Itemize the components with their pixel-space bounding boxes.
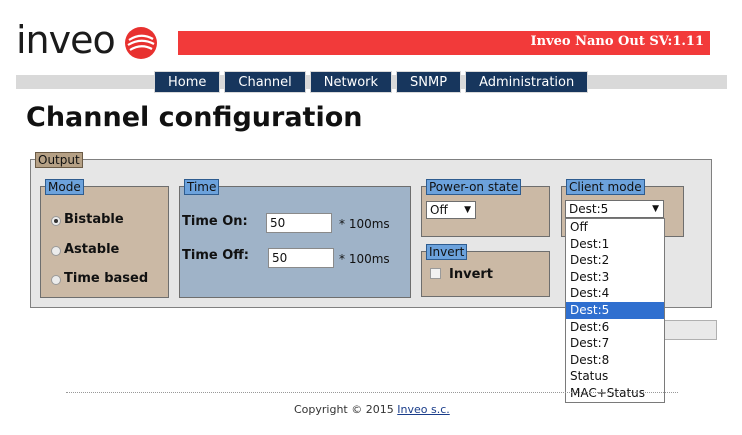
inveo-link[interactable]: Inveo s.c. <box>397 403 450 416</box>
time-on-input[interactable]: 50 <box>266 213 332 233</box>
invert-legend: Invert <box>426 244 468 260</box>
dropdown-option[interactable]: Off <box>566 219 664 236</box>
dropdown-option[interactable]: Dest:6 <box>566 319 664 336</box>
save-button[interactable] <box>664 320 717 340</box>
power-on-select[interactable]: Off ▼ <box>426 201 476 219</box>
device-title: Inveo Nano Out SV:1.11 <box>530 34 704 49</box>
dropdown-option[interactable]: Dest:3 <box>566 269 664 286</box>
dropdown-option[interactable]: Dest:7 <box>566 335 664 352</box>
tab-network[interactable]: Network <box>309 71 393 93</box>
time-legend: Time <box>184 179 220 195</box>
label-bistable: Bistable <box>64 212 124 227</box>
tab-snmp[interactable]: SNMP <box>396 71 462 93</box>
dropdown-option[interactable]: Dest:2 <box>566 252 664 269</box>
main-nav: Home Channel Network SNMP Administration <box>154 71 589 93</box>
power-on-value: Off <box>430 203 448 217</box>
client-mode-select[interactable]: Dest:5 ▼ <box>565 200 664 218</box>
mode-legend: Mode <box>45 179 84 195</box>
power-on-legend: Power-on state <box>426 179 522 195</box>
logo-mark-icon <box>125 27 157 59</box>
device-banner: Inveo Nano Out SV:1.11 <box>178 31 710 55</box>
time-on-unit: * 100ms <box>339 217 390 231</box>
tab-administration[interactable]: Administration <box>465 71 589 93</box>
dropdown-option[interactable]: Dest:4 <box>566 285 664 302</box>
dropdown-option[interactable]: Status <box>566 368 664 385</box>
client-mode-dropdown: Off Dest:1 Dest:2 Dest:3 Dest:4 Dest:5 D… <box>565 218 665 403</box>
page-title: Channel configuration <box>26 102 363 133</box>
chevron-down-icon: ▼ <box>464 205 471 215</box>
logo-text: inveo <box>16 18 116 62</box>
dropdown-option[interactable]: MAC+Status <box>566 385 664 402</box>
client-mode-legend: Client mode <box>566 179 645 195</box>
time-off-unit: * 100ms <box>339 252 390 266</box>
radio-astable[interactable] <box>51 246 61 256</box>
label-astable: Astable <box>64 242 120 257</box>
time-on-label: Time On: <box>182 214 248 229</box>
radio-bistable[interactable] <box>51 216 61 226</box>
tab-channel[interactable]: Channel <box>224 71 306 93</box>
invert-label: Invert <box>449 267 494 282</box>
dropdown-option[interactable]: Dest:1 <box>566 236 664 253</box>
label-time-based: Time based <box>64 271 149 286</box>
time-fieldset <box>179 186 411 298</box>
footer-divider <box>66 392 678 393</box>
copyright-text: Copyright © 2015 <box>294 403 394 416</box>
time-off-input[interactable]: 50 <box>268 248 334 268</box>
dropdown-option[interactable]: Dest:8 <box>566 352 664 369</box>
tab-home[interactable]: Home <box>154 71 221 93</box>
time-off-label: Time Off: <box>182 248 249 263</box>
copyright: Copyright © 2015 Inveo s.c. <box>294 403 450 416</box>
dropdown-option-selected[interactable]: Dest:5 <box>566 301 664 319</box>
invert-checkbox[interactable] <box>430 268 441 279</box>
radio-time-based[interactable] <box>51 275 61 285</box>
chevron-down-icon: ▼ <box>652 204 659 214</box>
output-legend: Output <box>35 152 83 168</box>
client-mode-value: Dest:5 <box>569 202 609 216</box>
